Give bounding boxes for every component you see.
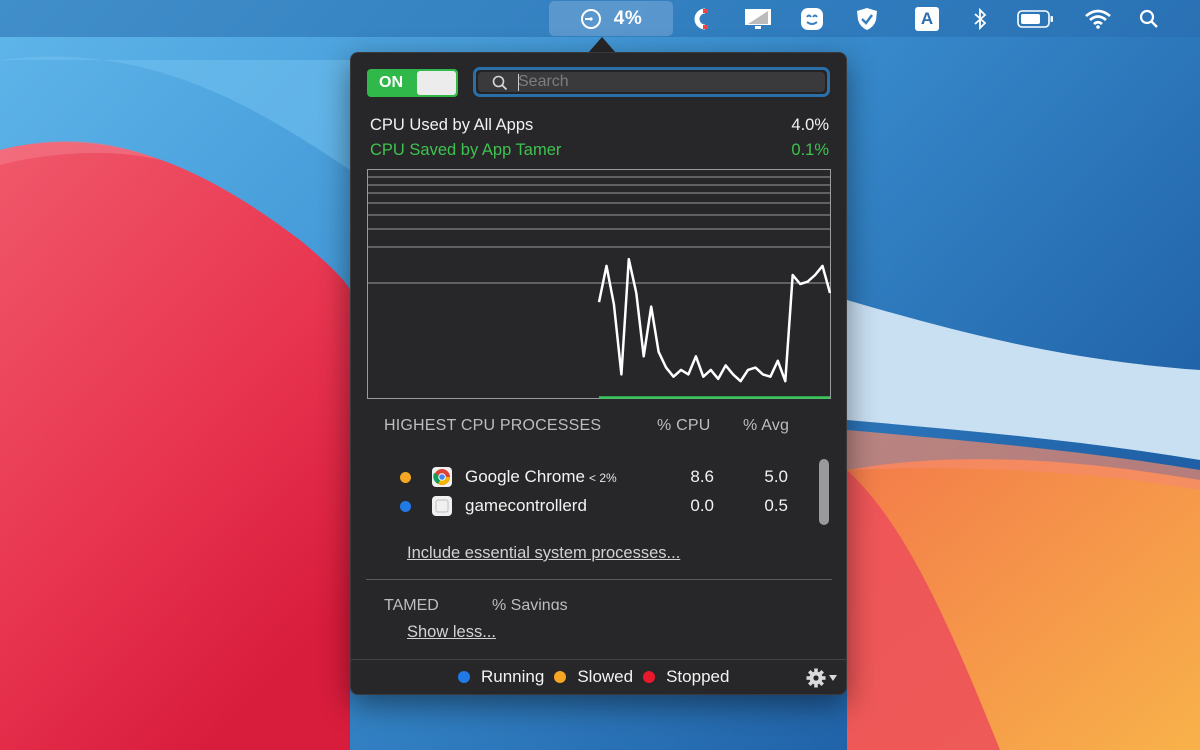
process-name: gamecontrollerd: [465, 496, 587, 515]
bluetooth-icon[interactable]: [968, 0, 992, 37]
generic-app-icon: [432, 496, 452, 516]
cpu-used-value: 4.0%: [791, 116, 829, 134]
highest-cpu-header: HIGHEST CPU PROCESSES: [384, 417, 602, 434]
legend-dot-slowed: [554, 671, 567, 683]
footer-divider: [351, 659, 846, 660]
app-tamer-gauge-icon: [580, 8, 602, 30]
legend-dot-stopped: [643, 671, 656, 683]
tamed-header: TAMED: [384, 597, 439, 610]
include-system-processes-link[interactable]: Include essential system processes...: [407, 544, 680, 563]
wifi-icon[interactable]: [1083, 0, 1113, 37]
menu-bar: 4% A: [0, 0, 1200, 37]
graph-frame: [367, 169, 831, 399]
app-tamer-menu-item[interactable]: 4%: [549, 1, 673, 36]
cpu-used-series-line: [597, 257, 831, 383]
cpu-saved-value: 0.1%: [791, 141, 829, 159]
magnet-icon[interactable]: [686, 0, 714, 37]
col-avg-header: % Avg: [743, 417, 790, 434]
search-input[interactable]: [518, 72, 818, 92]
text-input-icon[interactable]: A: [913, 0, 941, 37]
legend-stopped: Stopped: [643, 667, 729, 687]
process-row-gamecontrollerd[interactable]: gamecontrollerd 0.0 0.5: [351, 493, 848, 519]
toggle-on-label: ON: [379, 74, 403, 91]
cpu-used-row: CPU Used by All Apps 4.0%: [370, 116, 829, 135]
status-legend: Running Slowed Stopped: [458, 667, 739, 687]
section-divider: [366, 579, 832, 580]
tamer-on-off-toggle[interactable]: ON: [367, 69, 458, 97]
search-icon: [492, 75, 508, 96]
app-tamer-cpu-value: 4%: [613, 7, 643, 29]
spotlight-search-icon[interactable]: [1136, 0, 1162, 37]
display-icon[interactable]: [742, 0, 774, 37]
process-limit-note: < 2%: [589, 471, 617, 485]
cpu-used-label: CPU Used by All Apps: [370, 116, 534, 134]
status-dot-running: [400, 501, 411, 512]
app-tamer-popover: ON CPU Used by All Apps 4.0% CPU Saved b…: [350, 52, 847, 695]
col-cpu-header: % CPU: [657, 417, 711, 434]
process-avg-value: 0.5: [764, 496, 788, 515]
settings-gear-icon[interactable]: [805, 667, 841, 694]
process-cpu-value: 0.0: [690, 496, 714, 515]
chrome-icon: [432, 467, 452, 487]
show-less-link[interactable]: Show less...: [407, 623, 496, 642]
tamed-header-row: TAMED % Savings: [351, 597, 848, 610]
legend-running: Running: [458, 667, 544, 687]
popover-arrow: [588, 37, 616, 53]
process-name: Google Chrome < 2%: [465, 467, 617, 486]
savings-header: % Savings: [492, 597, 568, 610]
cpu-usage-graph: [367, 169, 831, 399]
process-cpu-value: 8.6: [690, 467, 714, 486]
search-field[interactable]: [473, 67, 830, 97]
legend-dot-running: [458, 671, 470, 683]
battery-icon[interactable]: [1016, 0, 1056, 37]
process-row-chrome[interactable]: Google Chrome < 2% 8.6 5.0: [351, 464, 848, 490]
chevron-down-icon: [829, 675, 837, 681]
process-list-scrollbar[interactable]: [819, 459, 829, 525]
cpu-saved-label: CPU Saved by App Tamer: [370, 141, 562, 159]
cpu-saved-row: CPU Saved by App Tamer 0.1%: [370, 141, 829, 160]
toggle-knob: [417, 71, 456, 95]
status-dot-slowed: [400, 472, 411, 483]
text-input-letter: A: [915, 6, 939, 31]
shield-check-icon[interactable]: [853, 0, 881, 37]
robot-face-icon[interactable]: [798, 0, 826, 37]
process-avg-value: 5.0: [764, 467, 788, 486]
graph-gridlines: [367, 176, 831, 284]
legend-slowed: Slowed: [554, 667, 633, 687]
text-caret: [518, 74, 519, 91]
